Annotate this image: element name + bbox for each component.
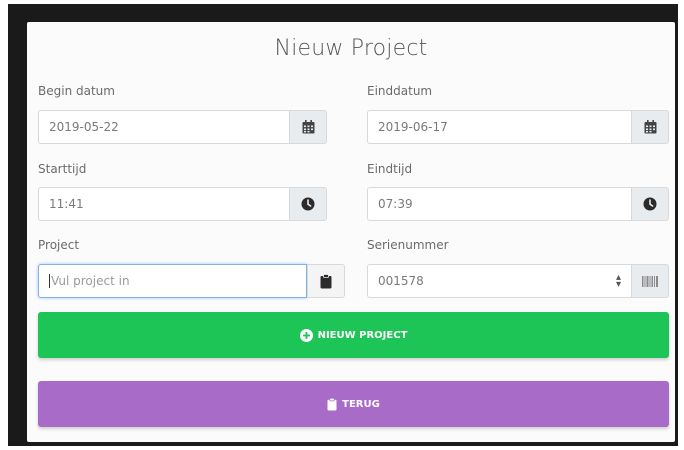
end-time-label: Eindtijd bbox=[367, 162, 413, 176]
end-time-input[interactable]: 07:39 bbox=[367, 187, 631, 221]
clock-icon bbox=[643, 197, 657, 211]
clock-icon bbox=[301, 197, 315, 211]
back-label: TERUG bbox=[342, 398, 380, 410]
calendar-icon bbox=[302, 120, 314, 134]
new-project-button[interactable]: NIEUW PROJECT bbox=[38, 312, 669, 358]
begin-date-group: 2019-05-22 bbox=[38, 110, 327, 144]
end-date-input[interactable]: 2019-06-17 bbox=[367, 110, 631, 144]
serial-label: Serienummer bbox=[367, 238, 449, 252]
serial-barcode-button[interactable] bbox=[631, 264, 669, 298]
start-time-clock-button[interactable] bbox=[289, 187, 327, 221]
serial-select[interactable]: 001578 ▴ ▾ bbox=[367, 264, 631, 298]
end-date-label: Einddatum bbox=[367, 84, 433, 98]
begin-date-input[interactable]: 2019-05-22 bbox=[38, 110, 289, 144]
end-date-calendar-button[interactable] bbox=[631, 110, 669, 144]
end-date-group: 2019-06-17 bbox=[367, 110, 669, 144]
start-time-input[interactable]: 11:41 bbox=[38, 187, 289, 221]
back-button[interactable]: TERUG bbox=[38, 381, 669, 427]
barcode-icon bbox=[642, 275, 658, 287]
plus-circle-icon bbox=[299, 328, 313, 342]
project-label: Project bbox=[38, 238, 80, 252]
serial-group: 001578 ▴ ▾ bbox=[367, 264, 669, 298]
start-time-label: Starttijd bbox=[38, 162, 87, 176]
clipboard-icon bbox=[320, 273, 332, 288]
end-time-group: 07:39 bbox=[367, 187, 669, 221]
calendar-icon bbox=[644, 120, 656, 134]
begin-date-calendar-button[interactable] bbox=[289, 110, 327, 144]
modal-title: Nieuw Project bbox=[274, 36, 428, 61]
start-time-group: 11:41 bbox=[38, 187, 327, 221]
serial-value: 001578 bbox=[378, 274, 424, 288]
project-input[interactable]: Vul project in bbox=[38, 264, 307, 298]
project-clipboard-button[interactable] bbox=[307, 264, 345, 298]
dialog-frame: Nieuw Project Begin datum 2019-05-22 Ein… bbox=[8, 4, 678, 446]
new-project-modal: Nieuw Project Begin datum 2019-05-22 Ein… bbox=[27, 22, 675, 442]
project-placeholder: Vul project in bbox=[51, 274, 130, 288]
text-caret bbox=[49, 274, 50, 288]
project-group: Vul project in bbox=[38, 264, 345, 298]
select-arrows-icon: ▴ ▾ bbox=[615, 272, 621, 290]
clipboard-icon bbox=[327, 397, 337, 410]
new-project-label: NIEUW PROJECT bbox=[317, 329, 408, 341]
end-time-clock-button[interactable] bbox=[631, 187, 669, 221]
begin-date-label: Begin datum bbox=[38, 84, 115, 98]
